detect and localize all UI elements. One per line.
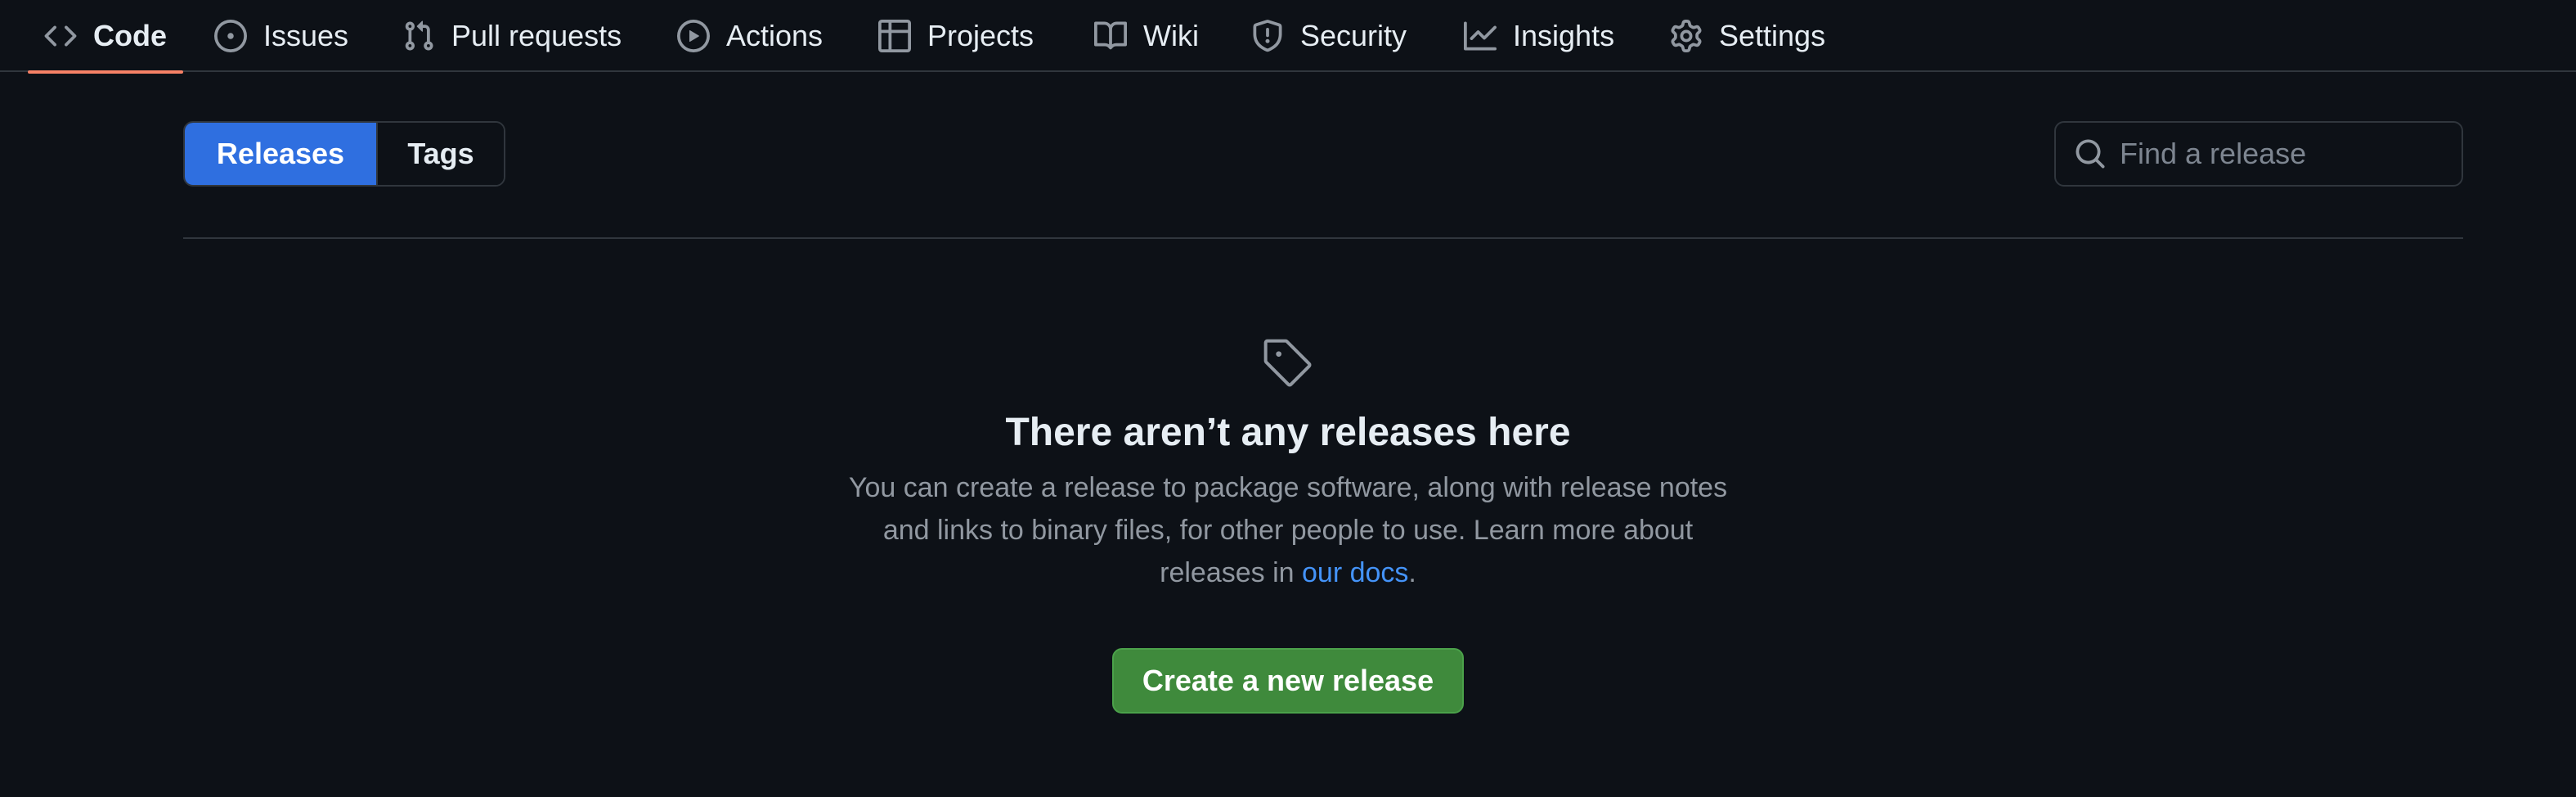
create-release-button[interactable]: Create a new release [1112,647,1464,714]
tab-issues[interactable]: Issues [198,0,365,72]
tab-wiki-label: Wiki [1143,19,1199,52]
tab-actions-label: Actions [726,19,824,52]
graph-icon [1464,20,1497,52]
book-icon [1094,20,1127,52]
blank-state: There aren’t any releases here You can c… [797,327,1779,714]
tab-actions[interactable]: Actions [661,0,839,72]
tab-wiki[interactable]: Wiki [1078,0,1215,72]
search-input[interactable] [2107,123,2513,185]
tab-projects[interactable]: Projects [862,0,1050,72]
repo-nav: Code Issues Pull requests Actions Projec… [0,0,2576,74]
table-icon [878,20,911,52]
search-icon [2074,136,2107,172]
tab-pull-requests-label: Pull requests [451,19,622,52]
tab-projects-label: Projects [927,19,1034,52]
tab-settings-label: Settings [1719,19,1826,52]
description-period: . [1408,556,1416,588]
tab-security[interactable]: Security [1235,0,1423,72]
description-text: You can create a release to package soft… [848,471,1728,588]
play-icon [677,20,710,52]
releases-tags-toggle: Releases Tags [183,121,505,187]
tab-insights[interactable]: Insights [1447,0,1631,72]
tab-code-label: Code [93,19,167,52]
releases-button[interactable]: Releases [185,123,376,185]
release-search [2054,121,2513,187]
tab-settings[interactable]: Settings [1654,0,1842,72]
git-pull-request-icon [402,20,435,52]
code-icon [44,20,77,52]
docs-link[interactable]: our docs [1302,557,1408,588]
divider [183,237,2463,239]
tab-insights-label: Insights [1513,19,1615,52]
issue-opened-icon [214,20,247,52]
gear-icon [1670,20,1703,52]
tab-pull-requests[interactable]: Pull requests [386,0,638,72]
tags-button[interactable]: Tags [376,123,504,185]
tab-code[interactable]: Code [28,0,183,74]
tab-issues-label: Issues [263,19,349,52]
shield-icon [1251,20,1284,52]
blank-state-description: You can create a release to package soft… [830,466,1746,594]
blank-state-title: There aren’t any releases here [1005,411,1571,454]
tag-icon [1262,337,1314,389]
tab-security-label: Security [1300,19,1407,52]
